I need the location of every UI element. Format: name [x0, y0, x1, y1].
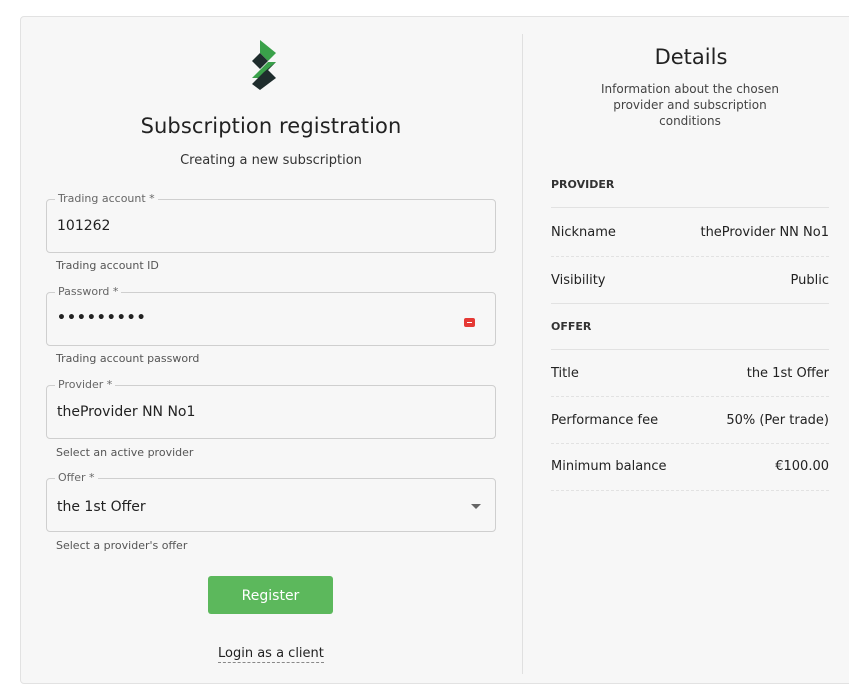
password-manager-icon[interactable] [464, 318, 475, 327]
details-title: Details [654, 45, 728, 69]
login-as-client-link[interactable]: Login as a client [218, 646, 324, 663]
register-button[interactable]: Register [208, 576, 333, 614]
form-subtitle: Creating a new subscription [180, 153, 362, 168]
offer-label: Offer * [55, 471, 98, 485]
offer-title-label: Title [551, 366, 579, 381]
form-title: Subscription registration [140, 114, 402, 138]
offer-section-heading: OFFER [551, 320, 592, 333]
password-input[interactable]: ••••••••• [57, 310, 437, 326]
offer-title-value: the 1st Offer [746, 366, 829, 381]
performance-fee-label: Performance fee [551, 413, 659, 428]
divider [551, 207, 829, 208]
password-helper: Trading account password [56, 352, 200, 365]
trading-account-label: Trading account * [55, 192, 158, 206]
performance-fee-value: 50% (Per trade) [726, 413, 829, 428]
trading-account-helper: Trading account ID [56, 259, 159, 272]
provider-field[interactable]: Provider * theProvider NN No1 [46, 378, 496, 439]
offer-selected-value: the 1st Offer [57, 499, 146, 515]
trading-account-input[interactable]: 101262 [57, 218, 437, 234]
divider [551, 303, 829, 304]
divider [551, 349, 829, 350]
divider [551, 396, 829, 397]
details-subtitle: Information about the chosen provider an… [600, 82, 779, 128]
password-label: Password * [55, 285, 122, 299]
minimum-balance-label: Minimum balance [551, 459, 667, 474]
divider [551, 443, 829, 444]
nickname-value: theProvider NN No1 [700, 225, 829, 240]
visibility-value: Public [790, 273, 829, 288]
visibility-label: Visibility [551, 273, 606, 288]
chevron-down-icon[interactable] [471, 504, 481, 509]
brand-logo-icon [252, 40, 276, 90]
offer-select[interactable]: Offer * the 1st Offer [46, 471, 496, 532]
divider [551, 256, 829, 257]
provider-section-heading: PROVIDER [551, 178, 615, 191]
column-divider [522, 34, 523, 674]
provider-input[interactable]: theProvider NN No1 [57, 404, 437, 420]
offer-helper: Select a provider's offer [56, 539, 188, 552]
password-field[interactable]: Password * ••••••••• [46, 285, 496, 346]
minimum-balance-value: €100.00 [775, 459, 829, 474]
divider [551, 490, 829, 491]
nickname-label: Nickname [551, 225, 616, 240]
provider-label: Provider * [55, 378, 116, 392]
trading-account-field[interactable]: Trading account * 101262 [46, 192, 496, 253]
provider-helper: Select an active provider [56, 446, 194, 459]
